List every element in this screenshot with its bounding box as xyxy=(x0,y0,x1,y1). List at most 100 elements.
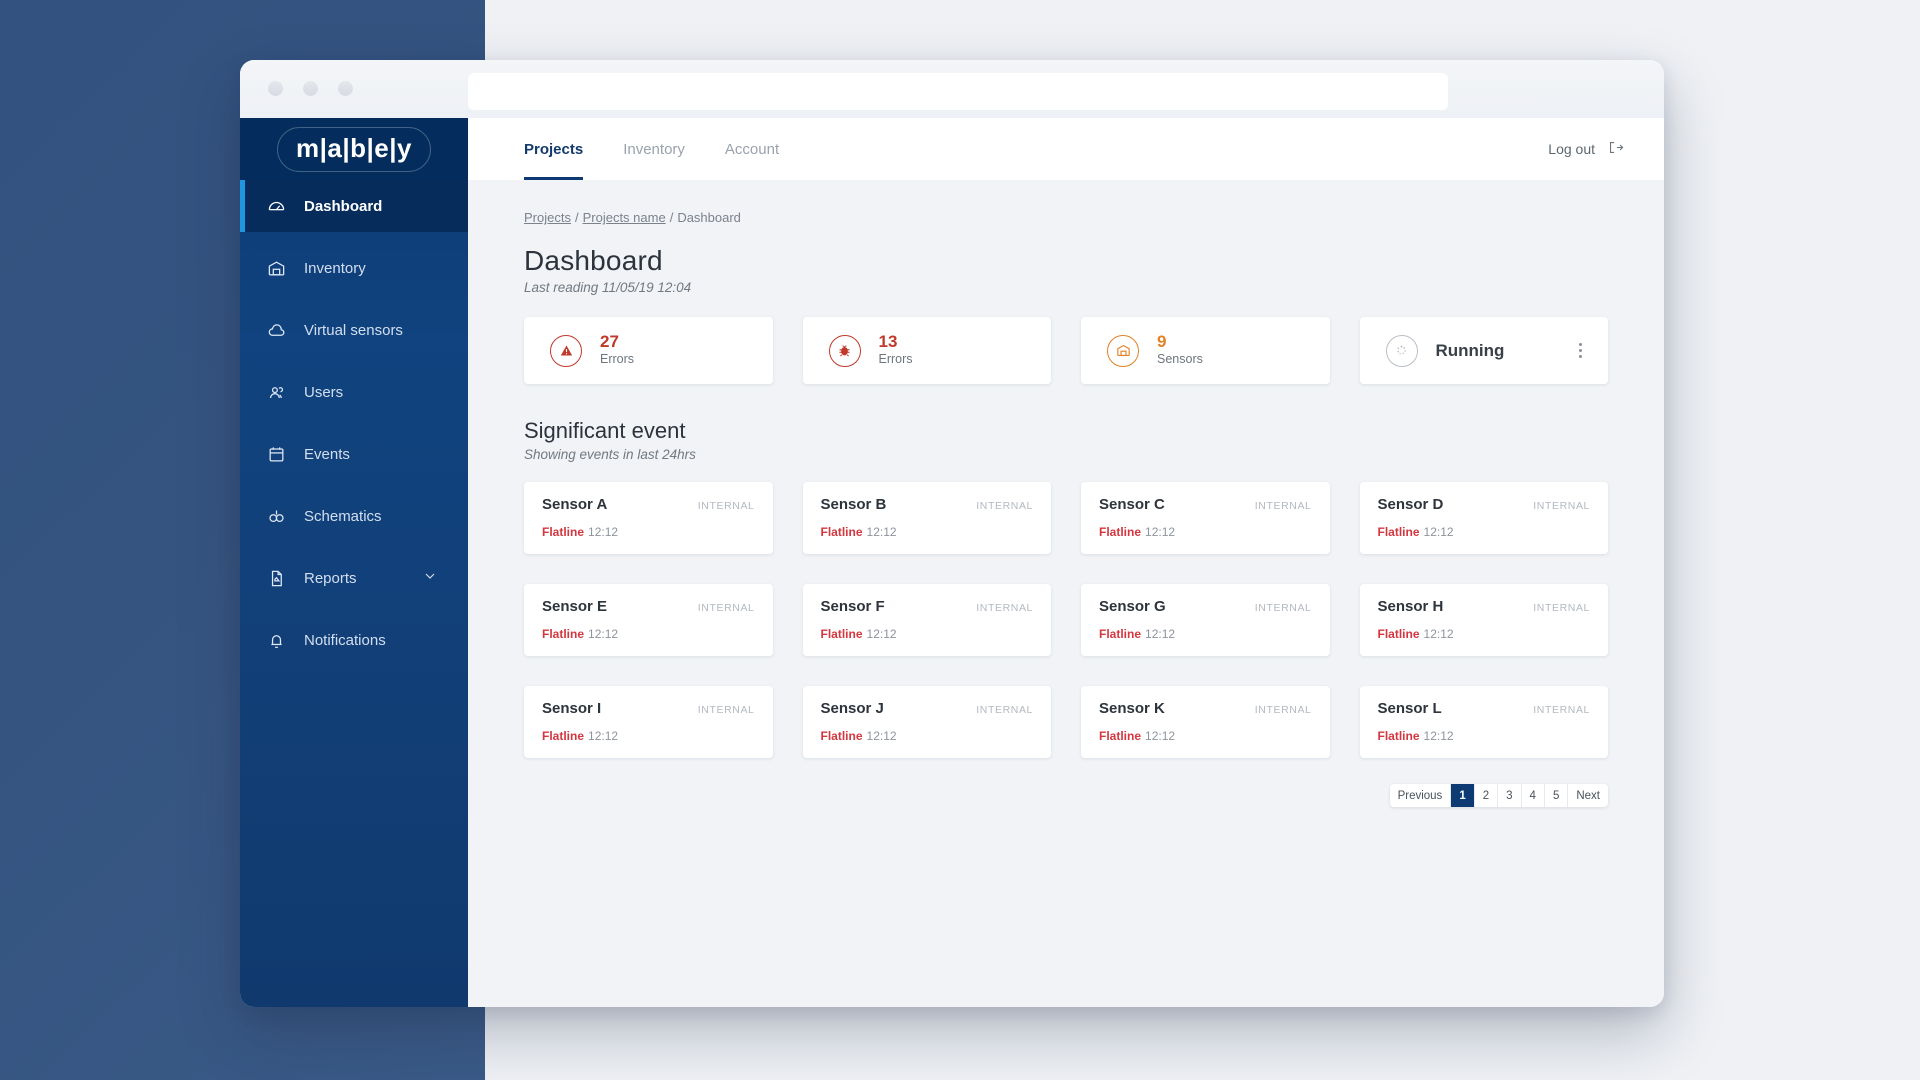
stat-card-status[interactable]: Running xyxy=(1359,317,1608,384)
sensor-name: Sensor J xyxy=(820,700,884,717)
sensor-tag: INTERNAL xyxy=(1533,704,1590,716)
sensor-status-label: Flatline xyxy=(820,729,863,743)
warehouse-icon xyxy=(266,258,286,278)
stat-label: Errors xyxy=(878,352,913,367)
sensor-status: Flatline 12:12 xyxy=(1099,525,1312,539)
sensor-status-label: Flatline xyxy=(1377,627,1420,641)
pagination-next[interactable]: Next xyxy=(1568,784,1608,807)
tab-label: Inventory xyxy=(623,140,685,158)
sensor-card[interactable]: Sensor A INTERNAL Flatline 12:12 xyxy=(524,482,773,554)
sensor-card[interactable]: Sensor E INTERNAL Flatline 12:12 xyxy=(524,584,773,656)
sensor-name: Sensor E xyxy=(542,598,608,615)
logout-button[interactable]: Log out xyxy=(1548,139,1624,159)
pagination-page-3[interactable]: 3 xyxy=(1498,784,1522,807)
page-title: Dashboard xyxy=(524,245,663,276)
sensor-status: Flatline 12:12 xyxy=(1099,627,1312,641)
sensor-card[interactable]: Sensor B INTERNAL Flatline 12:12 xyxy=(802,482,1051,554)
sensor-card[interactable]: Sensor F INTERNAL Flatline 12:12 xyxy=(802,584,1051,656)
sensor-card[interactable]: Sensor L INTERNAL Flatline 12:12 xyxy=(1359,686,1608,758)
pagination-page-2[interactable]: 2 xyxy=(1475,784,1499,807)
sensor-card-header: Sensor D INTERNAL xyxy=(1378,496,1591,513)
stat-card-errors-bug[interactable]: 13 Errors xyxy=(802,317,1051,384)
sensor-card-header: Sensor L INTERNAL xyxy=(1378,700,1591,717)
sensor-card[interactable]: Sensor C INTERNAL Flatline 12:12 xyxy=(1081,482,1330,554)
tab-projects[interactable]: Projects xyxy=(524,118,584,180)
breadcrumb-item-project-name[interactable]: Projects name xyxy=(583,210,666,225)
tab-inventory[interactable]: Inventory xyxy=(623,118,685,180)
stat-value: 9 xyxy=(1157,331,1167,351)
logout-label: Log out xyxy=(1548,141,1595,157)
sidebar-item-virtual-sensors[interactable]: Virtual sensors xyxy=(240,304,468,356)
sensor-card-header: Sensor G INTERNAL xyxy=(1099,598,1312,615)
sidebar-item-label: Dashboard xyxy=(304,197,383,215)
pagination-page-1[interactable]: 1 xyxy=(1451,784,1475,807)
nav-tabs: Projects Inventory Account xyxy=(524,118,779,180)
sensor-tag: INTERNAL xyxy=(697,704,755,716)
sidebar-item-reports[interactable]: Reports xyxy=(240,552,468,604)
sensor-status-time: 12:12 xyxy=(1423,525,1454,539)
kebab-menu-icon[interactable] xyxy=(1579,343,1582,358)
sensor-card[interactable]: Sensor D INTERNAL Flatline 12:12 xyxy=(1359,482,1608,554)
sidebar-item-label: Notifications xyxy=(304,631,386,649)
sidebar-item-events[interactable]: Events xyxy=(240,428,468,480)
sensor-status: Flatline 12:12 xyxy=(821,525,1034,539)
sidebar-logo[interactable]: m|a|b|e|y xyxy=(240,118,468,180)
sidebar-item-users[interactable]: Users xyxy=(240,366,468,418)
sensor-status-label: Flatline xyxy=(820,627,863,641)
breadcrumb-item-projects[interactable]: Projects xyxy=(524,210,571,225)
calendar-icon xyxy=(266,444,286,464)
sensor-status-time: 12:12 xyxy=(588,729,619,743)
sidebar-item-inventory[interactable]: Inventory xyxy=(240,242,468,294)
sensor-status-label: Flatline xyxy=(542,729,585,743)
sidebar: m|a|b|e|y Dashboard Inventory Virtual se… xyxy=(240,118,468,1007)
pagination-wrap: Previous 1 2 3 4 5 Next xyxy=(524,784,1608,807)
bell-icon xyxy=(266,630,286,650)
sensor-status-label: Flatline xyxy=(820,525,863,539)
window-dot-close[interactable] xyxy=(268,81,283,96)
sensor-card[interactable]: Sensor H INTERNAL Flatline 12:12 xyxy=(1359,584,1608,656)
section-title: Significant event xyxy=(524,418,686,443)
stat-card-sensors[interactable]: 9 Sensors xyxy=(1081,317,1330,384)
sensor-status-label: Flatline xyxy=(1377,729,1420,743)
stat-card-errors-warning[interactable]: 27 Errors xyxy=(524,317,773,384)
main-area: Projects Inventory Account Log out Proje… xyxy=(468,118,1664,1007)
stat-text-group: 27 Errors xyxy=(600,332,635,369)
sensor-name: Sensor H xyxy=(1377,598,1444,615)
sensor-status-time: 12:12 xyxy=(588,627,619,641)
chevron-down-icon[interactable] xyxy=(422,568,438,588)
stat-label: Errors xyxy=(600,352,635,367)
sensor-status-time: 12:12 xyxy=(588,525,619,539)
sidebar-item-notifications[interactable]: Notifications xyxy=(240,614,468,666)
sensor-name: Sensor B xyxy=(820,496,887,513)
sensor-status: Flatline 12:12 xyxy=(1378,627,1591,641)
sensor-cards-grid: Sensor A INTERNAL Flatline 12:12 Sensor B… xyxy=(524,482,1608,758)
stat-text-group: 13 Errors xyxy=(878,332,913,369)
sensor-status: Flatline 12:12 xyxy=(1099,729,1312,743)
tab-account[interactable]: Account xyxy=(725,118,779,180)
window-dot-minimize[interactable] xyxy=(303,81,318,96)
bug-icon xyxy=(828,334,861,367)
breadcrumb-separator: / xyxy=(669,210,674,225)
sensor-card[interactable]: Sensor I INTERNAL Flatline 12:12 xyxy=(524,686,773,758)
pagination-page-5[interactable]: 5 xyxy=(1545,784,1569,807)
sensor-status-label: Flatline xyxy=(1377,525,1420,539)
sensor-status: Flatline 12:12 xyxy=(542,729,755,743)
pagination-page-4[interactable]: 4 xyxy=(1522,784,1545,807)
sensor-status: Flatline 12:12 xyxy=(1378,525,1591,539)
stat-text-group: 9 Sensors xyxy=(1157,331,1203,369)
sensor-status: Flatline 12:12 xyxy=(1378,729,1591,743)
tab-label: Account xyxy=(724,140,780,158)
sensor-tag: INTERNAL xyxy=(976,704,1033,716)
top-navigation: Projects Inventory Account Log out xyxy=(468,118,1664,180)
sidebar-item-dashboard[interactable]: Dashboard xyxy=(240,180,468,232)
sensor-card-header: Sensor I INTERNAL xyxy=(542,700,755,717)
sensor-card[interactable]: Sensor K INTERNAL Flatline 12:12 xyxy=(1081,686,1330,758)
window-dot-maximize[interactable] xyxy=(338,81,353,96)
cloud-icon xyxy=(266,320,286,340)
pagination-previous[interactable]: Previous xyxy=(1390,784,1452,807)
url-input[interactable] xyxy=(468,73,1448,110)
sidebar-item-schematics[interactable]: Schematics xyxy=(240,490,468,542)
sensor-card[interactable]: Sensor G INTERNAL Flatline 12:12 xyxy=(1081,584,1330,656)
stat-cards-row: 27 Errors 13 Errors 9 Sensors Running xyxy=(524,317,1608,384)
sensor-card[interactable]: Sensor J INTERNAL Flatline 12:12 xyxy=(802,686,1051,758)
